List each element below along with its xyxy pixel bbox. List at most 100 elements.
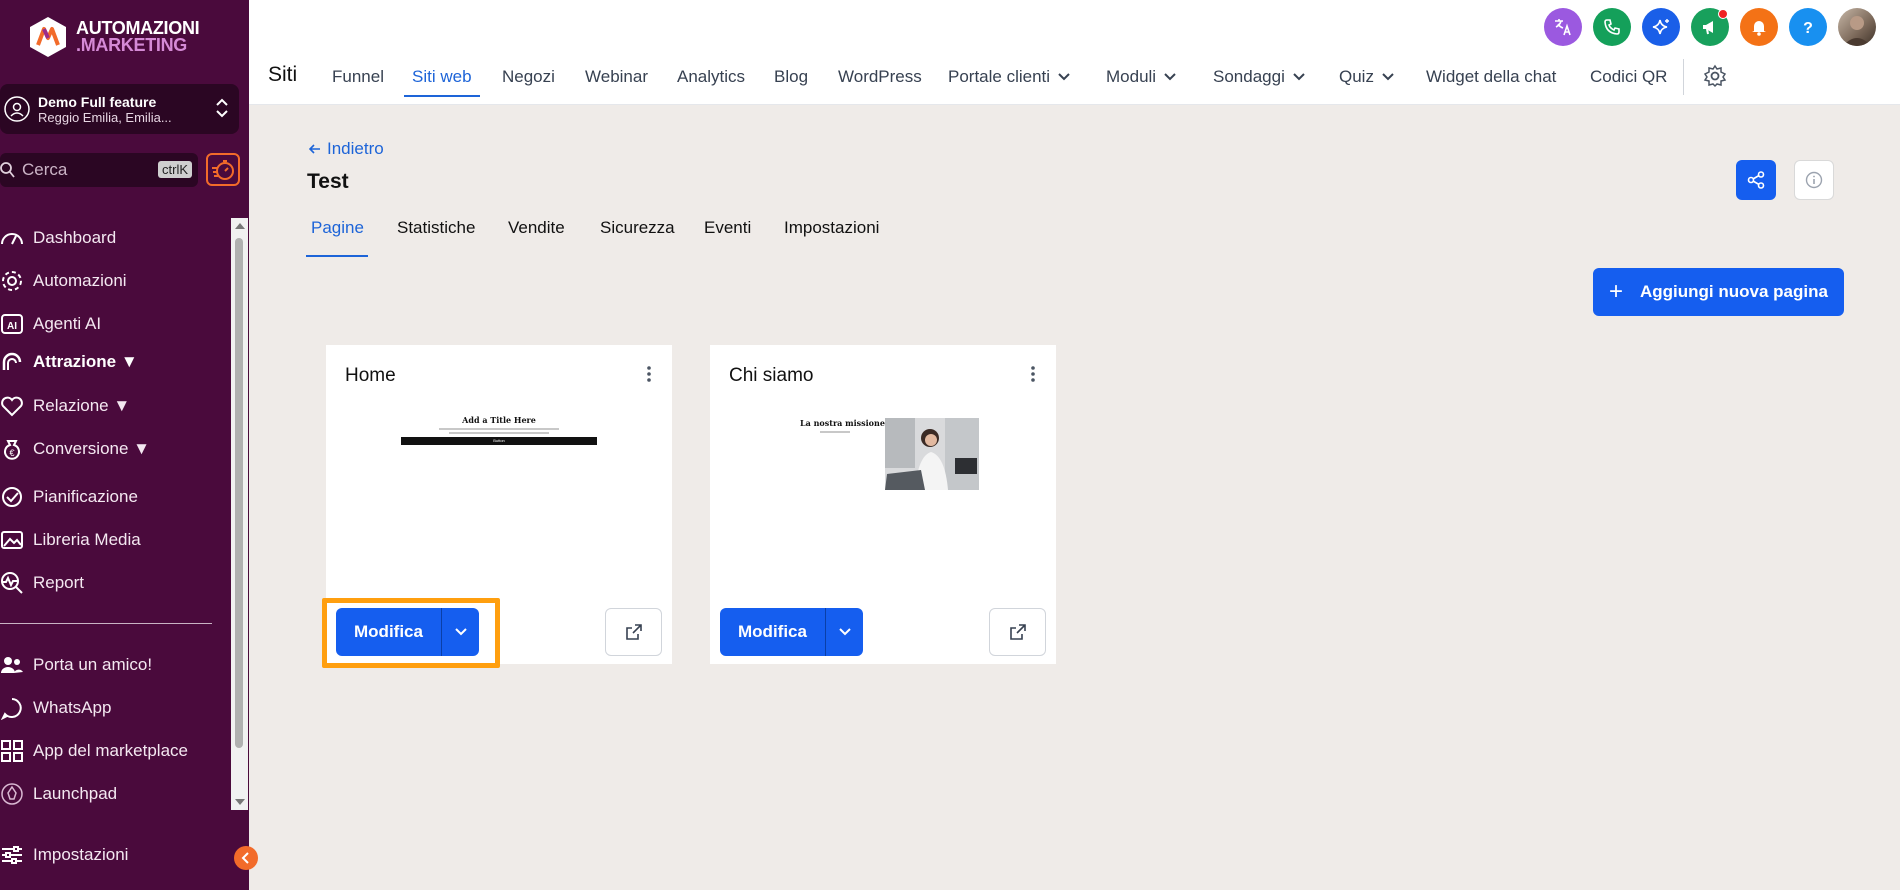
help-button[interactable]: ? [1789,8,1827,46]
subtab-statistiche[interactable]: Statistiche [397,218,475,238]
phone-icon [1604,19,1620,35]
chevron-down-icon [1058,73,1070,81]
subtab-pagine[interactable]: Pagine [311,218,364,238]
tab-analytics[interactable]: Analytics [677,57,745,97]
chevron-left-icon [241,852,249,864]
ai-assistant-button[interactable] [1642,8,1680,46]
tab-widget-della-chat[interactable]: Widget della chat [1426,57,1556,97]
launchpad-icon [1,783,23,805]
arrow-left-icon [309,144,320,154]
tab-sondaggi[interactable]: Sondaggi [1213,57,1305,97]
search-input[interactable]: Cerca ctrlK [0,153,198,187]
edit-button[interactable]: Modifica [720,622,825,642]
sidebar-item-relazione[interactable]: Relazione ▼ [0,392,130,420]
grid-icon [1,740,23,762]
tab-siti-web[interactable]: Siti web [404,57,480,97]
header-actions: ? [1544,8,1876,46]
sidebar-item-launchpad[interactable]: Launchpad [0,780,117,808]
open-page-button[interactable] [989,608,1046,656]
tab-wordpress[interactable]: WordPress [838,57,922,97]
phone-button[interactable] [1593,8,1631,46]
stopwatch-icon [212,159,234,180]
external-link-icon [625,624,642,640]
tab-blog[interactable]: Blog [774,57,808,97]
kebab-menu-icon[interactable] [1030,365,1036,383]
account-location: Reggio Emilia, Emilia... [38,109,172,125]
translate-icon [1555,19,1571,36]
account-name: Demo Full feature [38,93,157,110]
sidebar-item-pianificazione[interactable]: Pianificazione [0,483,138,511]
sidebar-item-dashboard[interactable]: Dashboard [0,224,116,252]
tab-portale-clienti[interactable]: Portale clienti [948,57,1070,97]
page-card-chi-siamo[interactable]: Chi siamo La nostra missione Modifica [710,345,1056,664]
collapse-sidebar-button[interactable] [234,846,258,870]
edit-button-group: Modifica [720,608,863,656]
check-circle-icon [2,487,22,507]
preview-button: Button [401,437,597,445]
svg-text:?: ? [1803,20,1813,36]
sidebar-item-automazioni[interactable]: Automazioni [0,267,127,295]
report-icon [1,572,23,594]
back-link[interactable]: Indietro [309,139,384,159]
account-switcher[interactable]: Demo Full feature Reggio Emilia, Emilia.… [0,84,239,134]
brand-logo[interactable]: AUTOMAZIONI .MARKETING [28,16,200,58]
sidebar-item-porta-un-amico[interactable]: Porta un amico! [0,651,152,679]
edit-options-dropdown[interactable] [826,628,863,636]
scroll-up-arrow-icon[interactable] [235,223,245,229]
search-placeholder: Cerca [22,160,68,179]
sidebar-item-conversione[interactable]: € Conversione ▼ [0,435,150,463]
tab-moduli[interactable]: Moduli [1106,57,1176,97]
sidebar-item-agenti-ai[interactable]: AI Agenti AI [0,310,101,338]
sidebar-item-report[interactable]: Report [0,569,84,597]
preview-text-line [820,431,850,433]
tab-quiz[interactable]: Quiz [1339,57,1394,97]
money-bag-icon: € [4,440,20,460]
scrollbar-thumb[interactable] [235,238,243,748]
subtab-sicurezza[interactable]: Sicurezza [600,218,675,238]
sidebar-item-impostazioni[interactable]: Impostazioni [0,841,128,869]
chevron-down-icon [1293,73,1305,81]
megaphone-icon [1703,21,1713,35]
kebab-menu-icon[interactable] [646,365,652,383]
tab-webinar[interactable]: Webinar [585,57,648,97]
user-avatar[interactable] [1838,8,1876,46]
share-icon [1747,171,1765,189]
gear-icon [2,271,22,291]
users-icon [1,657,23,673]
chevron-down-icon [838,628,851,636]
tab-negozi[interactable]: Negozi [502,57,555,97]
brand-name: AUTOMAZIONI .MARKETING [76,18,200,55]
translate-button[interactable] [1544,8,1582,46]
sidebar-item-attrazione[interactable]: Attrazione ▼ [0,348,138,376]
announcements-button[interactable] [1691,8,1729,46]
preview-text-line [449,432,549,434]
scroll-down-arrow-icon[interactable] [235,799,245,805]
gear-icon[interactable] [1703,64,1727,88]
sidebar-item-libreria-media[interactable]: Libreria Media [0,526,141,554]
subtab-impostazioni[interactable]: Impostazioni [784,218,879,238]
bell-icon [1752,21,1766,36]
subtab-vendite[interactable]: Vendite [508,218,565,238]
magnet-icon [2,352,22,370]
chevron-updown-icon [216,98,228,118]
add-page-button[interactable]: + Aggiungi nuova pagina [1593,268,1844,316]
tab-funnel[interactable]: Funnel [332,57,384,97]
sidebar: AUTOMAZIONI .MARKETING Demo Full feature… [0,0,249,890]
chevron-down-icon [1164,73,1176,81]
top-navigation: Siti Funnel Siti web Negozi Webinar Anal… [249,0,1900,105]
preview-heading: Add a Title Here [462,415,536,425]
notifications-button[interactable] [1740,8,1778,46]
preview-photo [885,418,979,490]
page-title: Test [307,170,349,193]
sidebar-scrollbar[interactable] [231,218,248,810]
subtab-eventi[interactable]: Eventi [704,218,751,238]
search-icon [0,162,15,178]
share-button[interactable] [1736,160,1776,200]
sidebar-item-marketplace[interactable]: App del marketplace [0,737,188,765]
open-page-button[interactable] [605,608,662,656]
info-button[interactable] [1794,160,1834,200]
sidebar-item-whatsapp[interactable]: WhatsApp [0,694,111,722]
tab-codici-qr[interactable]: Codici QR [1590,57,1667,97]
quick-actions-button[interactable] [206,153,240,186]
info-icon [1805,171,1823,189]
